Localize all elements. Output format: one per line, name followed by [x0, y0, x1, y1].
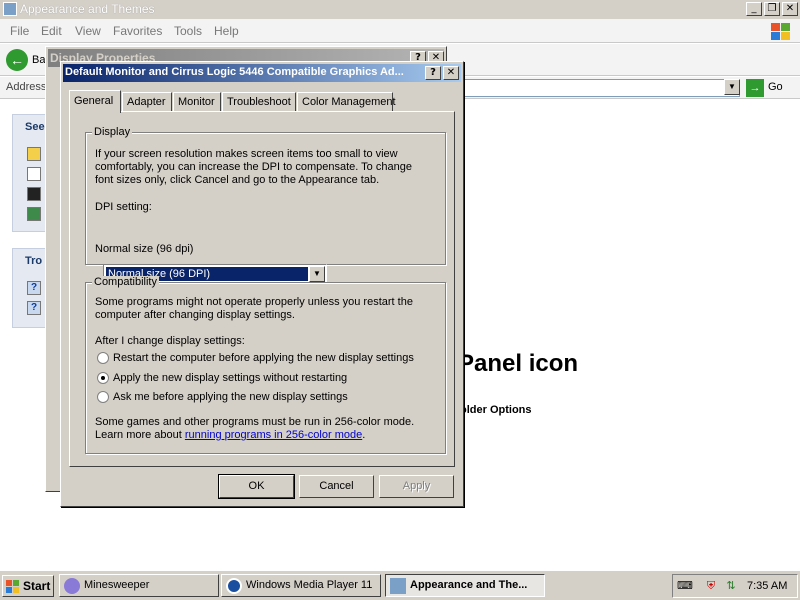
control-panel-icon	[390, 578, 406, 594]
menu-tools[interactable]: Tools	[174, 24, 202, 38]
display-group-legend: Display	[92, 126, 133, 138]
radio-apply-without-restart[interactable]	[97, 372, 109, 384]
tab-general[interactable]: General	[69, 90, 121, 113]
high-contrast-icon[interactable]	[27, 187, 41, 201]
go-button[interactable]: → Go	[746, 79, 796, 97]
tab-monitor[interactable]: Monitor	[173, 92, 221, 112]
taskbar: Start Minesweeper Windows Media Player 1…	[0, 570, 800, 600]
dropdown-arrow-icon[interactable]: ▼	[309, 266, 325, 282]
adapter-properties-dialog: Default Monitor and Cirrus Logic 5446 Co…	[60, 61, 464, 507]
menu-file[interactable]: File	[10, 24, 29, 38]
see-also-header: See	[25, 121, 45, 133]
after-change-label: After I change display settings:	[95, 335, 245, 347]
task-label: Windows Media Player 11	[246, 579, 373, 591]
tab-color-management[interactable]: Color Management	[297, 92, 396, 112]
compatibility-description-line: Some programs might not operate properly…	[95, 296, 413, 308]
address-input[interactable]	[460, 79, 740, 97]
clock[interactable]: 7:35 AM	[747, 580, 787, 592]
help-icon[interactable]: ?	[27, 281, 41, 295]
explorer-title: Appearance and Themes	[20, 2, 155, 16]
start-button[interactable]: Start	[2, 575, 54, 597]
dpi-current-note: Normal size (96 dpi)	[95, 243, 194, 255]
radio-restart[interactable]	[97, 352, 109, 364]
network-icon[interactable]: ⇅	[723, 578, 739, 594]
help-icon[interactable]: ?	[27, 301, 41, 315]
radio-ask-me[interactable]	[97, 391, 109, 403]
cancel-button[interactable]: Cancel	[299, 475, 374, 498]
notification-area: ⌨ ⛨ ⇅ 7:35 AM	[672, 574, 798, 598]
display-description-line: If your screen resolution makes screen i…	[95, 148, 398, 160]
dialog-title-bar[interactable]: Default Monitor and Cirrus Logic 5446 Co…	[63, 64, 461, 82]
keyboard-icon[interactable]: ⌨	[677, 578, 693, 594]
menu-help[interactable]: Help	[214, 24, 239, 38]
apply-button[interactable]: Apply	[379, 475, 454, 498]
display-description-line: comfortably, you can increase the DPI to…	[95, 161, 412, 173]
compatibility-group-legend: Compatibility	[92, 276, 159, 288]
radio-ask-me-label[interactable]: Ask me before applying the new display s…	[113, 391, 348, 404]
minimize-button[interactable]: _	[746, 2, 762, 16]
tab-adapter[interactable]: Adapter	[122, 92, 172, 112]
back-button-label[interactable]: Ba	[32, 54, 45, 66]
tab-troubleshoot[interactable]: Troubleshoot	[222, 92, 296, 112]
maximize-button[interactable]: ❐	[764, 2, 780, 16]
security-shield-icon[interactable]: ⛨	[703, 578, 719, 594]
dialog-title: Default Monitor and Cirrus Logic 5446 Co…	[65, 66, 404, 78]
folder-icon	[3, 2, 17, 16]
media-player-icon	[226, 578, 242, 594]
explorer-title-bar[interactable]: Appearance and Themes _ ❐ ✕	[0, 0, 800, 19]
go-arrow-icon: →	[746, 79, 764, 97]
troubleshooters-header: Tro	[25, 255, 43, 267]
windows-flag-icon	[6, 580, 19, 593]
windows-logo-icon	[771, 23, 790, 40]
general-tab-panel: Display If your screen resolution makes …	[69, 111, 455, 467]
task-windows-media-player[interactable]: Windows Media Player 11	[221, 574, 381, 597]
learn-more-suffix: .	[362, 429, 366, 441]
page-heading: Panel icon	[458, 350, 579, 377]
ok-button[interactable]: OK	[218, 474, 295, 499]
task-appearance-and-themes[interactable]: Appearance and The...	[385, 574, 545, 597]
learn-more-line: Learn more about running programs in 256…	[95, 429, 365, 442]
task-label: Minesweeper	[84, 579, 150, 591]
dpi-setting-label: DPI setting:	[95, 201, 152, 213]
address-label: Address	[6, 81, 47, 93]
menu-view[interactable]: View	[75, 24, 101, 38]
radio-restart-label[interactable]: Restart the computer before applying the…	[113, 352, 414, 365]
menu-edit[interactable]: Edit	[41, 24, 62, 38]
games-note: Some games and other programs must be ru…	[95, 416, 415, 428]
radio-apply-without-restart-label[interactable]: Apply the new display settings without r…	[113, 372, 347, 385]
task-label: Appearance and The...	[410, 579, 528, 591]
compatibility-description-line: computer after changing display settings…	[95, 309, 295, 321]
go-label: Go	[768, 81, 783, 93]
256-color-help-link[interactable]: running programs in 256-color mode	[185, 429, 362, 441]
minesweeper-icon	[64, 578, 80, 594]
folder-options-link[interactable]: older Options	[460, 404, 532, 416]
close-icon[interactable]: ✕	[443, 66, 459, 80]
compatibility-group: Compatibility Some programs might not op…	[85, 276, 446, 454]
back-arrow-icon[interactable]: ←	[6, 49, 28, 71]
display-description-line: font sizes only, click Cancel and go to …	[95, 174, 380, 186]
learn-more-prefix: Learn more about	[95, 429, 185, 441]
user-account-picture-icon[interactable]	[27, 207, 41, 221]
menu-favorites[interactable]: Favorites	[113, 24, 162, 38]
display-group: Display If your screen resolution makes …	[85, 126, 446, 265]
menu-bar: File Edit View Favorites Tools Help	[0, 19, 800, 43]
fonts-folder-icon[interactable]	[27, 147, 41, 161]
task-minesweeper[interactable]: Minesweeper	[59, 574, 219, 597]
help-icon[interactable]: ?	[425, 66, 441, 80]
address-dropdown-arrow-icon[interactable]: ▼	[724, 79, 740, 95]
close-button[interactable]: ✕	[782, 2, 798, 16]
mouse-pointer-icon[interactable]	[27, 167, 41, 181]
start-label: Start	[23, 579, 51, 593]
